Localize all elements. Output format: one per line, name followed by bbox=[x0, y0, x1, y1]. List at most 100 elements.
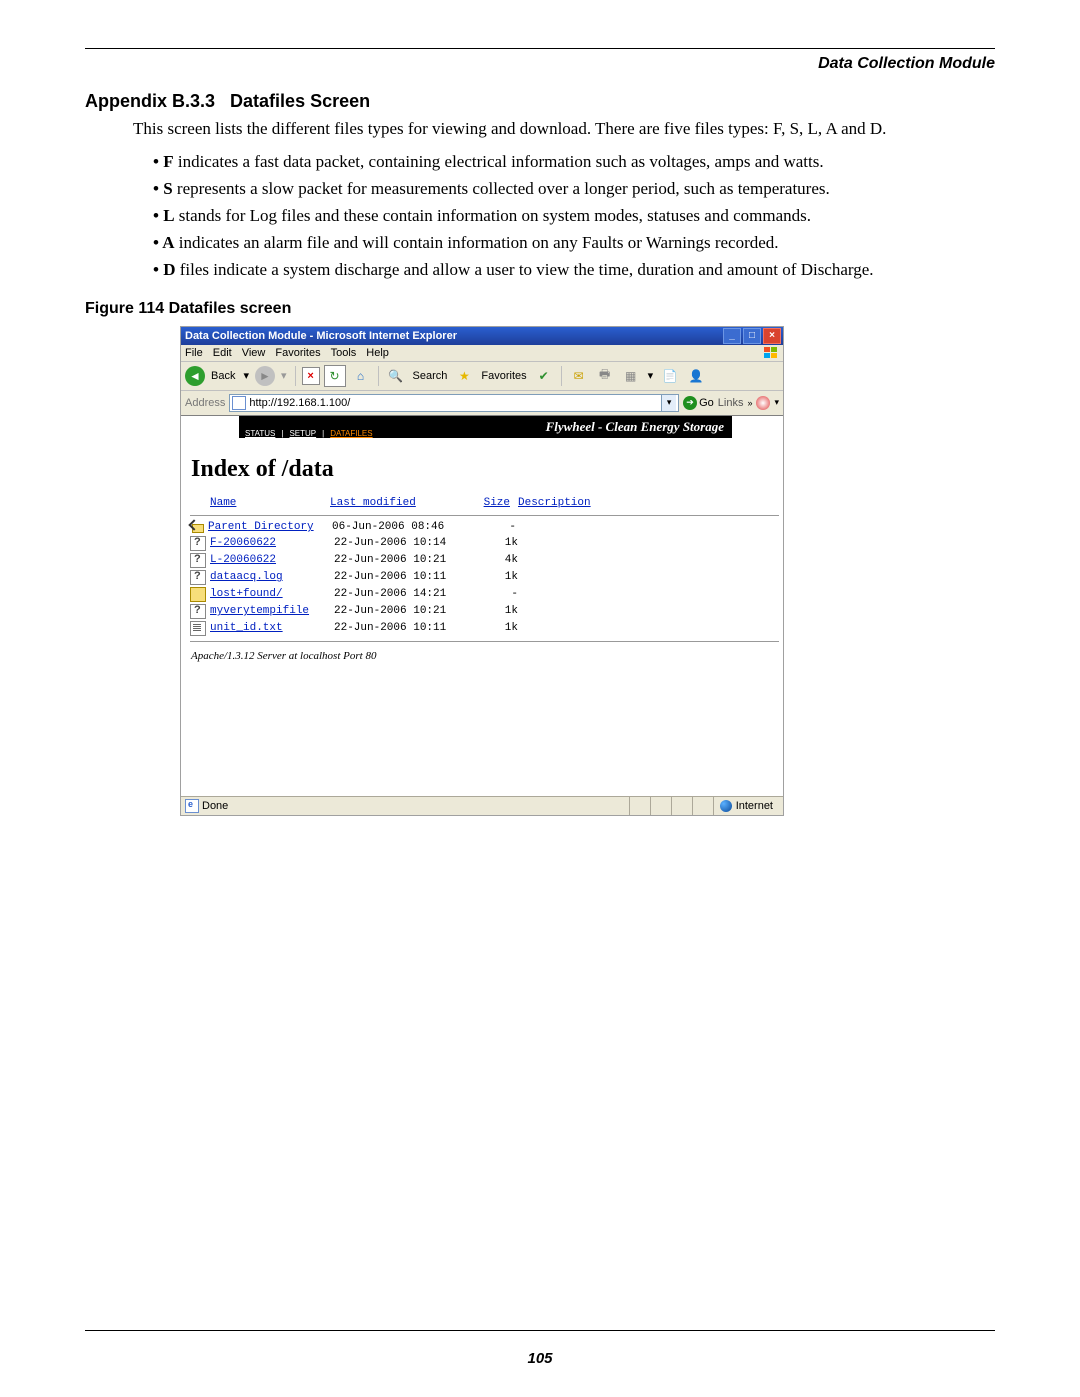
back-dropdown-icon[interactable]: ▾ bbox=[241, 369, 251, 382]
home-button[interactable]: ⌂ bbox=[350, 365, 372, 387]
page-icon bbox=[185, 799, 199, 813]
menu-tools[interactable]: Tools bbox=[331, 347, 357, 359]
figure-title: Datafiles screen bbox=[169, 300, 292, 317]
search-icon[interactable]: 🔍 bbox=[385, 365, 407, 387]
file-link[interactable]: F-20060622 bbox=[210, 537, 276, 549]
links-chevron-icon[interactable]: » bbox=[747, 398, 752, 408]
bullet-text: indicates a fast data packet, containing… bbox=[174, 152, 824, 171]
antivirus-icon[interactable] bbox=[756, 396, 770, 410]
menu-view[interactable]: View bbox=[242, 347, 266, 359]
maximize-button[interactable]: □ bbox=[743, 328, 761, 344]
go-label: Go bbox=[699, 397, 714, 409]
bullet-item: L stands for Log files and these contain… bbox=[153, 205, 995, 228]
file-modified: 22-Jun-2006 14:21 bbox=[334, 588, 474, 600]
links-label[interactable]: Links bbox=[718, 397, 744, 409]
site-banner: STATUS| SETUP| DATAFILES Flywheel - Clea… bbox=[239, 416, 732, 438]
mail-button[interactable]: ✉ bbox=[568, 365, 590, 387]
back-button[interactable]: ◄ bbox=[185, 366, 205, 386]
col-name-link[interactable]: Name bbox=[210, 497, 236, 509]
forward-dropdown-icon[interactable]: ▾ bbox=[279, 369, 289, 382]
unk-icon bbox=[190, 553, 206, 568]
file-link[interactable]: L-20060622 bbox=[210, 554, 276, 566]
file-size: 4k bbox=[478, 554, 518, 566]
address-field[interactable]: http://192.168.1.100/ ▾ bbox=[229, 394, 679, 412]
menu-file[interactable]: File bbox=[185, 347, 203, 359]
bullet-text: stands for Log files and these contain i… bbox=[175, 206, 811, 225]
file-modified: 22-Jun-2006 10:14 bbox=[334, 537, 474, 549]
status-done: Done bbox=[202, 800, 228, 812]
dir-separator bbox=[190, 515, 779, 516]
file-size: - bbox=[478, 588, 518, 600]
header-module: Data Collection Module bbox=[85, 55, 995, 73]
ie-titlebar: Data Collection Module - Microsoft Inter… bbox=[181, 327, 783, 345]
tab-setup[interactable]: SETUP bbox=[289, 429, 316, 438]
go-arrow-icon: ➔ bbox=[683, 396, 697, 410]
search-label[interactable]: Search bbox=[411, 370, 450, 382]
unk-icon bbox=[190, 570, 206, 585]
dir-separator bbox=[190, 641, 779, 642]
back-label[interactable]: Back bbox=[209, 370, 237, 382]
figure-label: Figure 114 bbox=[85, 300, 164, 317]
dir-row: Parent Directory06-Jun-2006 08:46- bbox=[186, 520, 783, 535]
dir-row: unit_id.txt 22-Jun-2006 10:11 1k bbox=[186, 620, 783, 637]
server-signature: Apache/1.3.12 Server at localhost Port 8… bbox=[191, 650, 783, 662]
internet-zone-icon bbox=[720, 800, 732, 812]
bullet-text: indicates an alarm file and will contain… bbox=[175, 233, 779, 252]
bullet-item: S represents a slow packet for measureme… bbox=[153, 178, 995, 201]
go-button[interactable]: ➔ Go bbox=[683, 395, 714, 411]
file-modified: 22-Jun-2006 10:11 bbox=[334, 571, 474, 583]
tab-status[interactable]: STATUS bbox=[245, 429, 275, 438]
file-size: 1k bbox=[478, 622, 518, 634]
close-button[interactable]: × bbox=[763, 328, 781, 344]
ie-content: STATUS| SETUP| DATAFILES Flywheel - Clea… bbox=[181, 416, 783, 796]
dir-icon bbox=[190, 587, 206, 602]
minimize-button[interactable]: _ bbox=[723, 328, 741, 344]
bullet-letter: D bbox=[163, 260, 175, 279]
bullet-letter: S bbox=[163, 179, 172, 198]
edit-dropdown-icon[interactable]: ▾ bbox=[646, 369, 656, 382]
ie-statusbar: Done Internet bbox=[181, 796, 783, 815]
file-link[interactable]: lost+found/ bbox=[210, 588, 283, 600]
section-number: Appendix B.3.3 bbox=[85, 91, 215, 111]
txt-icon bbox=[190, 621, 206, 636]
forward-button[interactable]: ► bbox=[255, 366, 275, 386]
bullet-letter: F bbox=[163, 152, 173, 171]
col-desc-link[interactable]: Description bbox=[518, 497, 591, 509]
status-cell bbox=[629, 797, 650, 815]
window-title: Data Collection Module - Microsoft Inter… bbox=[185, 330, 723, 342]
discuss-button[interactable]: 📄 bbox=[659, 365, 681, 387]
print-button[interactable]: 🖶 bbox=[594, 365, 616, 387]
dir-row: dataacq.log 22-Jun-2006 10:11 1k bbox=[186, 569, 783, 586]
edit-button[interactable]: ▦ bbox=[620, 365, 642, 387]
tab-datafiles[interactable]: DATAFILES bbox=[330, 429, 372, 438]
banner-brand: Flywheel - Clean Energy Storage bbox=[546, 419, 724, 435]
favorites-icon[interactable]: ★ bbox=[453, 365, 475, 387]
refresh-button[interactable]: ↻ bbox=[324, 365, 346, 387]
section-intro: This screen lists the different files ty… bbox=[133, 118, 995, 141]
dir-header-row: Name Last modified Size Description bbox=[186, 497, 783, 509]
menu-favorites[interactable]: Favorites bbox=[275, 347, 320, 359]
col-size-link[interactable]: Size bbox=[484, 497, 510, 509]
favorites-label[interactable]: Favorites bbox=[479, 370, 528, 382]
file-link[interactable]: dataacq.log bbox=[210, 571, 283, 583]
status-zone: Internet bbox=[713, 797, 779, 815]
file-link[interactable]: myverytempifile bbox=[210, 605, 309, 617]
file-size: 1k bbox=[478, 571, 518, 583]
dir-row: myverytempifile22-Jun-2006 10:211k bbox=[186, 603, 783, 620]
menu-edit[interactable]: Edit bbox=[213, 347, 232, 359]
unk-icon bbox=[190, 604, 206, 619]
file-size: 1k bbox=[478, 537, 518, 549]
messenger-button[interactable]: 👤 bbox=[685, 365, 707, 387]
history-button[interactable]: ✔ bbox=[533, 365, 555, 387]
antivirus-dropdown-icon[interactable]: ▾ bbox=[774, 397, 779, 408]
file-link[interactable]: unit_id.txt bbox=[210, 622, 283, 634]
stop-button[interactable]: × bbox=[302, 367, 320, 385]
figure-caption: Figure 114 Datafiles screen bbox=[85, 300, 995, 318]
file-modified: 22-Jun-2006 10:11 bbox=[334, 622, 474, 634]
menu-help[interactable]: Help bbox=[366, 347, 389, 359]
file-size: - bbox=[476, 521, 516, 533]
status-cell bbox=[650, 797, 671, 815]
address-dropdown-icon[interactable]: ▾ bbox=[661, 395, 676, 411]
file-link[interactable]: Parent Directory bbox=[208, 521, 314, 533]
col-modified-link[interactable]: Last modified bbox=[330, 497, 416, 509]
